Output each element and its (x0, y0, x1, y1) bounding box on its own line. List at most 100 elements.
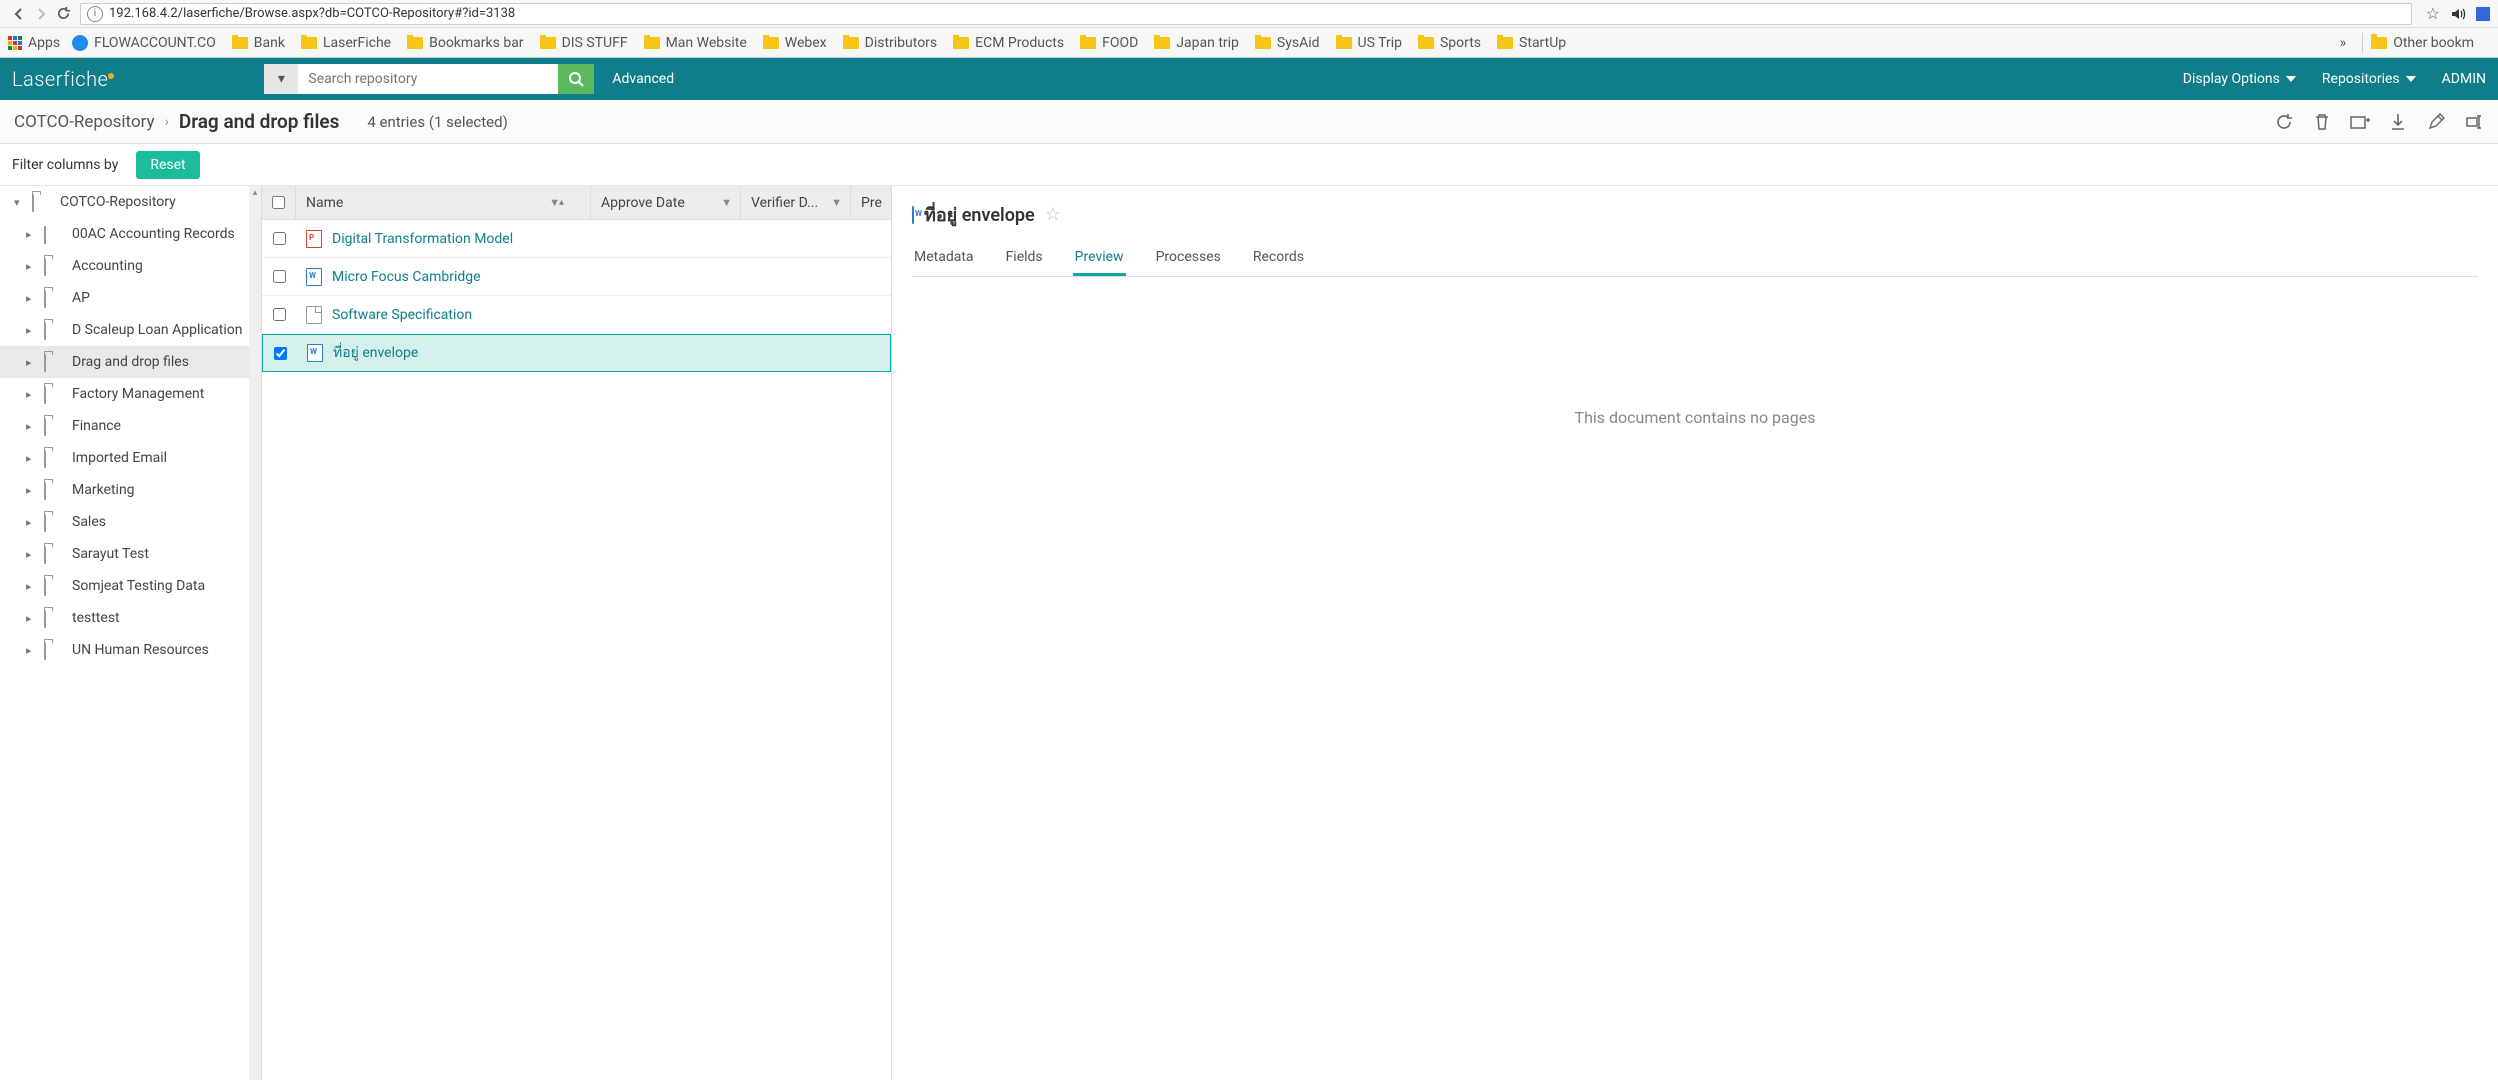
file-name-cell[interactable]: Digital Transformation Model (296, 230, 891, 248)
search-button[interactable] (558, 64, 594, 94)
display-options-menu[interactable]: Display Options (2183, 71, 2296, 87)
bookmark-item[interactable]: FOOD (1080, 35, 1138, 51)
tree-item[interactable]: ▸ Imported Email (0, 442, 261, 474)
chevron-down-icon[interactable]: ▾ (14, 196, 24, 209)
filter-icon[interactable]: ▼ (831, 196, 842, 209)
chevron-right-icon[interactable]: ▸ (26, 452, 36, 465)
bookmark-item[interactable]: Distributors (843, 35, 938, 51)
bookmark-item[interactable]: Man Website (644, 35, 747, 51)
extension-icon[interactable] (2476, 7, 2490, 21)
chevron-right-icon[interactable]: ▸ (26, 292, 36, 305)
bookmark-item[interactable]: FLOWACCOUNT.CO (72, 35, 216, 51)
download-icon[interactable] (2388, 112, 2408, 132)
chevron-right-icon[interactable]: ▸ (26, 260, 36, 273)
search-input[interactable] (298, 64, 558, 94)
reset-button[interactable]: Reset (136, 151, 199, 179)
chevron-right-icon[interactable]: ▸ (26, 548, 36, 561)
file-name-cell[interactable]: Micro Focus Cambridge (296, 268, 891, 286)
chevron-right-icon[interactable]: ▸ (26, 644, 36, 657)
tree-item[interactable]: ▸ 00AC Accounting Records (0, 218, 261, 250)
chevron-right-icon[interactable]: ▸ (26, 516, 36, 529)
column-name[interactable]: Name ▴ ▼ (296, 186, 591, 219)
row-checkbox[interactable] (263, 347, 297, 360)
filter-icon[interactable]: ▼ (549, 196, 560, 209)
bookmarks-overflow[interactable]: » (2332, 35, 2355, 51)
rename-icon[interactable] (2464, 112, 2484, 132)
tree-item[interactable]: ▸ Finance (0, 410, 261, 442)
tab-preview[interactable]: Preview (1073, 241, 1126, 276)
row-checkbox[interactable] (262, 308, 296, 321)
bookmark-item[interactable]: StartUp (1497, 35, 1566, 51)
reload-button[interactable] (52, 3, 74, 25)
advanced-search-link[interactable]: Advanced (612, 71, 674, 87)
folder-tree[interactable]: ▾ COTCO-Repository ▸ 00AC Accounting Rec… (0, 186, 262, 1080)
chevron-right-icon[interactable]: ▸ (26, 228, 36, 241)
other-bookmarks[interactable]: Other bookm (2371, 35, 2474, 51)
tab-records[interactable]: Records (1251, 241, 1306, 276)
site-info-icon[interactable]: i (87, 6, 103, 22)
tree-root[interactable]: ▾ COTCO-Repository (0, 186, 261, 218)
chevron-right-icon[interactable]: ▸ (26, 484, 36, 497)
sound-icon[interactable] (2450, 6, 2466, 22)
tree-item[interactable]: ▸ testtest (0, 602, 261, 634)
bookmark-item[interactable]: Bank (232, 35, 285, 51)
tree-item[interactable]: ▸ D Scaleup Loan Application (0, 314, 261, 346)
bookmark-item[interactable]: SysAid (1255, 35, 1320, 51)
chevron-right-icon[interactable]: ▸ (26, 388, 36, 401)
tab-processes[interactable]: Processes (1154, 241, 1223, 276)
apps-button[interactable]: Apps (8, 35, 60, 51)
tree-item[interactable]: ▸ Factory Management (0, 378, 261, 410)
url-input[interactable] (109, 6, 2405, 21)
select-all-checkbox[interactable] (262, 186, 296, 219)
favorite-star-icon[interactable]: ☆ (1045, 204, 1061, 225)
bookmark-item[interactable]: US Trip (1336, 35, 1402, 51)
tree-item[interactable]: ▸ AP (0, 282, 261, 314)
tree-item[interactable]: ▸ Sales (0, 506, 261, 538)
chevron-right-icon[interactable]: ▸ (26, 580, 36, 593)
edit-icon[interactable] (2426, 112, 2446, 132)
scrollbar[interactable]: ▴ (249, 186, 261, 1080)
file-link[interactable]: ที่อยู่ envelope (333, 342, 418, 364)
row-checkbox[interactable] (262, 232, 296, 245)
search-scope-dropdown[interactable]: ▾ (264, 64, 298, 94)
chevron-right-icon[interactable]: ▸ (26, 420, 36, 433)
url-bar[interactable]: i (80, 3, 2412, 25)
file-link[interactable]: Micro Focus Cambridge (332, 269, 481, 285)
tab-fields[interactable]: Fields (1004, 241, 1045, 276)
column-approve-date[interactable]: Approve Date ▼ (591, 186, 741, 219)
delete-icon[interactable] (2312, 112, 2332, 132)
chevron-right-icon[interactable]: ▸ (26, 612, 36, 625)
tree-item[interactable]: ▸ Drag and drop files (0, 346, 261, 378)
file-row[interactable]: Digital Transformation Model (262, 220, 891, 258)
bookmark-item[interactable]: ECM Products (953, 35, 1064, 51)
column-pre[interactable]: Pre (851, 186, 891, 219)
admin-link[interactable]: ADMIN (2442, 71, 2486, 87)
file-link[interactable]: Software Specification (332, 307, 472, 323)
file-row[interactable]: Micro Focus Cambridge (262, 258, 891, 296)
refresh-icon[interactable] (2274, 112, 2294, 132)
bookmark-item[interactable]: Webex (763, 35, 827, 51)
bookmark-item[interactable]: Japan trip (1154, 35, 1239, 51)
bookmark-item[interactable]: DIS STUFF (540, 35, 628, 51)
tree-item[interactable]: ▸ Sarayut Test (0, 538, 261, 570)
file-name-cell[interactable]: Software Specification (296, 306, 891, 324)
chevron-right-icon[interactable]: ▸ (26, 356, 36, 369)
bookmark-item[interactable]: Bookmarks bar (407, 35, 523, 51)
tree-item[interactable]: ▸ Accounting (0, 250, 261, 282)
file-row[interactable]: ที่อยู่ envelope (262, 334, 891, 372)
file-row[interactable]: Software Specification (262, 296, 891, 334)
tree-item[interactable]: ▸ Somjeat Testing Data (0, 570, 261, 602)
file-link[interactable]: Digital Transformation Model (332, 231, 513, 247)
tree-item[interactable]: ▸ Marketing (0, 474, 261, 506)
breadcrumb-root[interactable]: COTCO-Repository (14, 112, 155, 132)
chevron-right-icon[interactable]: ▸ (26, 324, 36, 337)
filter-icon[interactable]: ▼ (721, 196, 732, 209)
new-folder-icon[interactable] (2350, 112, 2370, 132)
repositories-menu[interactable]: Repositories (2322, 71, 2416, 87)
bookmark-star-icon[interactable]: ☆ (2426, 4, 2440, 23)
bookmark-item[interactable]: Sports (1418, 35, 1481, 51)
row-checkbox[interactable] (262, 270, 296, 283)
bookmark-item[interactable]: LaserFiche (301, 35, 391, 51)
tab-metadata[interactable]: Metadata (912, 241, 976, 276)
forward-button[interactable] (30, 3, 52, 25)
